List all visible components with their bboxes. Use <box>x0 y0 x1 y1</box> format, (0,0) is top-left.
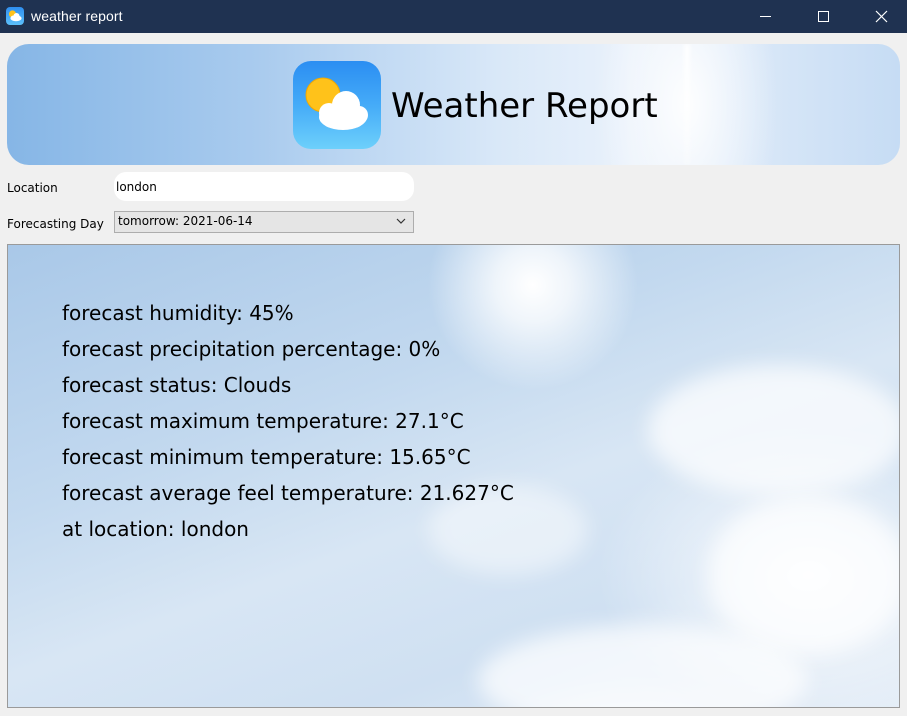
close-icon <box>875 10 887 23</box>
cloud-decoration <box>708 495 899 655</box>
minimize-icon <box>759 16 771 17</box>
sun-beam-decoration <box>684 44 690 165</box>
location-label: Location <box>7 181 58 195</box>
forecast-humidity: forecast humidity: 45% <box>62 301 294 325</box>
maximize-button[interactable] <box>794 0 852 33</box>
weather-sun-cloud-icon <box>6 7 24 25</box>
forecast-min-temp: forecast minimum temperature: 15.65°C <box>62 445 471 469</box>
minimize-button[interactable] <box>736 0 794 33</box>
forecast-feel-temp: forecast average feel temperature: 21.62… <box>62 481 514 505</box>
selected-day: tomorrow: 2021-06-14 <box>118 214 253 228</box>
header-banner: Weather Report <box>7 44 900 165</box>
banner-title: Weather Report <box>391 86 658 126</box>
weather-logo-icon <box>293 61 381 149</box>
forecast-location: at location: london <box>62 517 249 541</box>
forecast-panel: forecast humidity: 45% forecast precipit… <box>7 244 900 708</box>
forecast-status: forecast status: Clouds <box>62 373 292 397</box>
chevron-down-icon <box>396 218 406 224</box>
forecast-max-temp: forecast maximum temperature: 27.1°C <box>62 409 464 433</box>
title-bar[interactable]: weather report <box>0 0 907 33</box>
maximize-icon <box>817 11 829 22</box>
close-button[interactable] <box>852 0 907 33</box>
forecast-precipitation: forecast precipitation percentage: 0% <box>62 337 441 361</box>
forecasting-day-select[interactable]: tomorrow: 2021-06-14 <box>114 211 414 233</box>
cloud-decoration <box>648 365 899 495</box>
window-title: weather report <box>31 8 123 24</box>
forecast-details: forecast humidity: 45% forecast precipit… <box>62 299 514 551</box>
location-input[interactable] <box>114 172 414 201</box>
app-window: weather report Weather Report Location l… <box>0 0 907 716</box>
forecasting-day-label: Forecasting Day <box>7 217 104 231</box>
